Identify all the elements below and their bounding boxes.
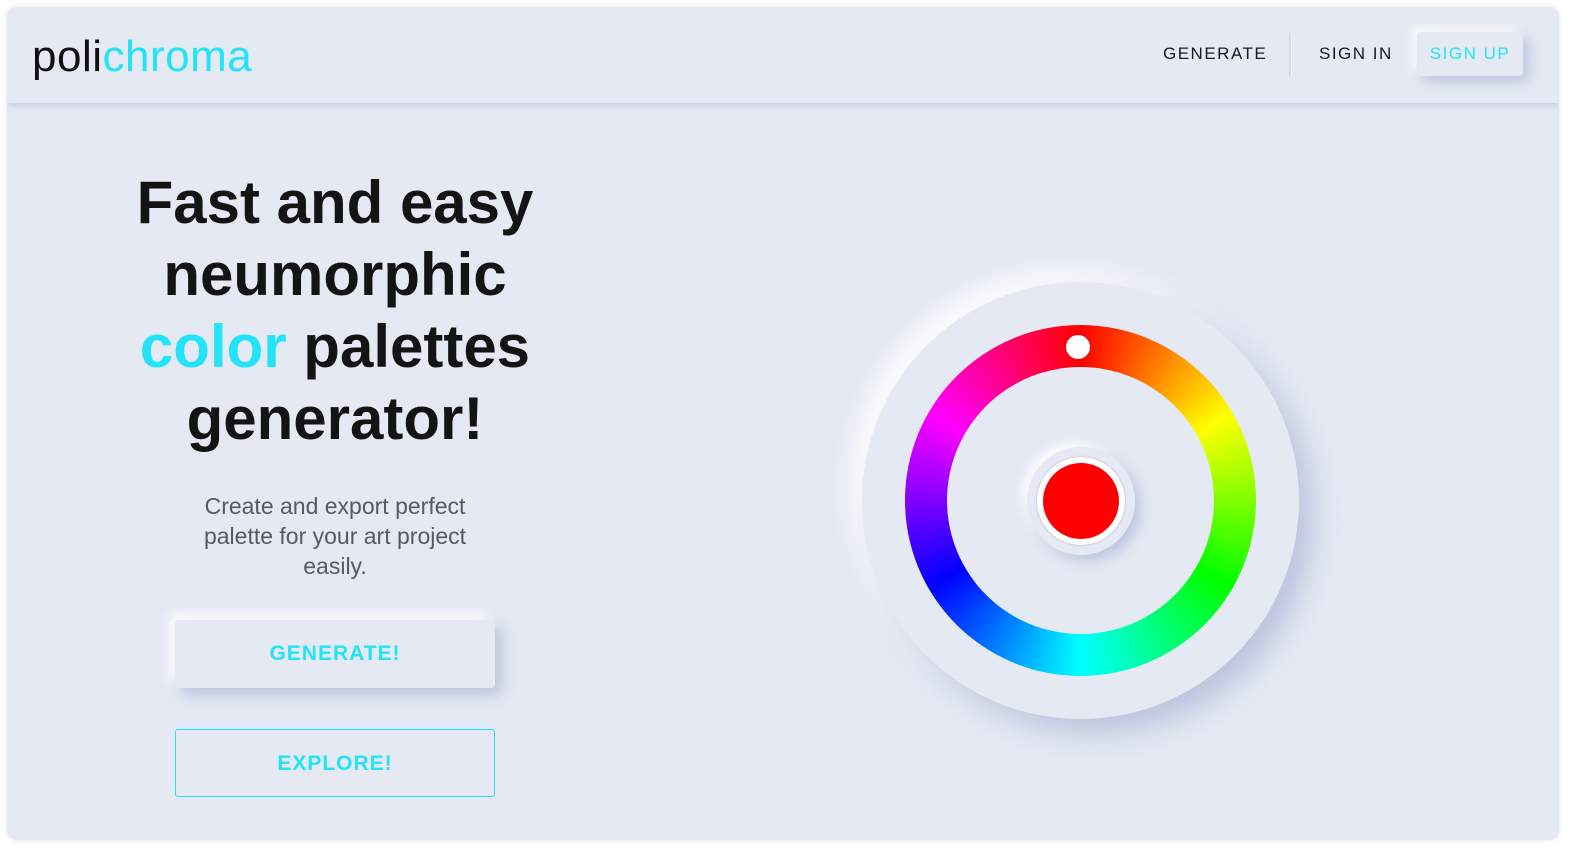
headline-accent-word: color xyxy=(139,313,287,380)
app-window: polichroma GENERATE SIGN IN SIGN UP Fast… xyxy=(7,7,1559,840)
logo-text-chroma: chroma xyxy=(102,32,253,81)
explore-button[interactable]: EXPLORE! xyxy=(175,729,495,797)
polichroma-logo[interactable]: polichroma xyxy=(32,31,252,83)
hue-color-wheel[interactable] xyxy=(905,325,1256,676)
hero-section: Fast and easy neumorphic color palettes … xyxy=(125,167,545,455)
top-navbar: polichroma GENERATE SIGN IN SIGN UP xyxy=(7,7,1559,103)
wheel-handle-icon[interactable] xyxy=(1066,335,1090,359)
generate-button[interactable]: GENERATE! xyxy=(175,620,495,688)
color-wheel-center xyxy=(947,367,1214,634)
color-wheel-container xyxy=(862,282,1299,719)
logo-text-poli: poli xyxy=(32,32,103,81)
selected-color-fill xyxy=(1043,463,1119,539)
headline-line-3-rest: palettes xyxy=(286,313,531,380)
headline-line-2: neumorphic xyxy=(163,241,507,308)
selected-color-holder xyxy=(1027,447,1135,555)
nav-generate-link[interactable]: GENERATE xyxy=(1163,41,1267,67)
headline-line-4: generator! xyxy=(186,385,484,452)
hero-subtitle: Create and export perfect palette for yo… xyxy=(203,493,467,579)
hero-headline: Fast and easy neumorphic color palettes … xyxy=(125,167,545,455)
nav-signup-button[interactable]: SIGN UP xyxy=(1417,32,1523,76)
selected-color-swatch xyxy=(1037,457,1125,545)
nav-divider xyxy=(1289,33,1291,77)
nav-signin-link[interactable]: SIGN IN xyxy=(1319,41,1393,67)
headline-line-1: Fast and easy xyxy=(136,169,534,236)
